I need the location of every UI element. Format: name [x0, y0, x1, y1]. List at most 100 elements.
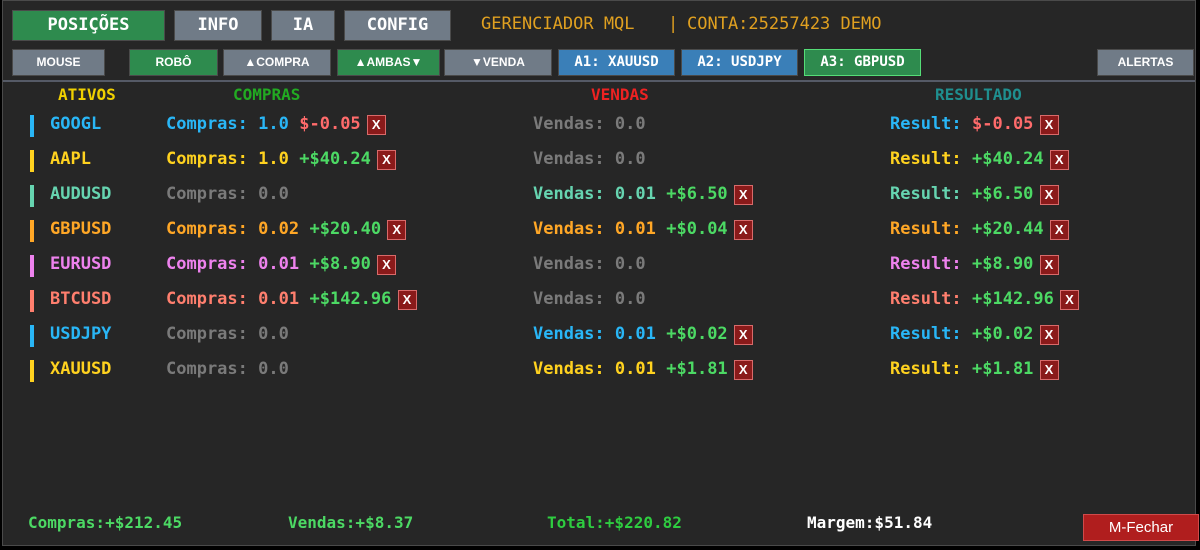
sell-volume: Vendas: 0.0	[533, 289, 646, 309]
close-all-button[interactable]: M-Fechar	[1083, 514, 1199, 541]
buy-button[interactable]: ▲COMPRA	[223, 49, 331, 76]
sell-button[interactable]: ▼VENDA	[444, 49, 552, 76]
position-row: EURUSD Compras: 0.01 +$8.90 X Vendas: 0.0 Res…	[3, 251, 1193, 281]
close-sell-button[interactable]: X	[733, 220, 753, 240]
col-header-result: RESULTADO	[935, 85, 1022, 104]
close-buy-button[interactable]: X	[377, 150, 396, 170]
tab-positions[interactable]: POSIÇÕES	[12, 10, 165, 41]
asset-color-bar	[30, 325, 34, 347]
buy-profit: +$20.40	[309, 219, 382, 239]
asset-a3-button[interactable]: A3: GBPUSD	[804, 49, 921, 76]
close-result-button[interactable]: X	[1049, 150, 1069, 170]
result-label: Result:	[890, 289, 962, 309]
asset-color-bar	[30, 290, 34, 312]
account-info: CONTA:25257423 DEMO	[687, 14, 882, 34]
result-label: Result:	[890, 219, 962, 239]
close-result-button[interactable]: X	[1049, 220, 1069, 240]
asset-color-bar	[30, 185, 34, 207]
result-profit: +$1.81	[972, 359, 1034, 379]
close-result-button[interactable]: X	[1039, 255, 1059, 275]
buy-volume: Compras: 1.0	[166, 149, 289, 169]
result-profit: +$6.50	[972, 184, 1034, 204]
asset-symbol: EURUSD	[50, 254, 112, 274]
asset-color-bar	[30, 115, 34, 137]
asset-a2-button[interactable]: A2: USDJPY	[681, 49, 798, 76]
result-label: Result:	[890, 254, 962, 274]
col-header-sells: VENDAS	[591, 85, 649, 104]
position-row: BTCUSD Compras: 0.01 +$142.96 X Vendas: 0.0 R…	[3, 286, 1193, 316]
alerts-button[interactable]: ALERTAS	[1097, 49, 1194, 76]
mouse-button[interactable]: MOUSE	[12, 49, 105, 76]
result-profit: +$20.44	[972, 219, 1044, 239]
sell-volume: Vendas: 0.0	[533, 114, 646, 134]
result-label: Result:	[890, 359, 962, 379]
buy-profit: +$40.24	[299, 149, 371, 169]
result-label: Result:	[890, 184, 962, 204]
asset-symbol: GBPUSD	[50, 219, 112, 239]
sell-volume: Vendas: 0.0	[533, 149, 646, 169]
position-row: USDJPY Compras: 0.0 Vendas: 0.01 +$0.02 X Res…	[3, 321, 1193, 351]
asset-symbol: XAUUSD	[50, 359, 112, 379]
col-header-assets: ATIVOS	[58, 85, 116, 104]
result-profit: +$0.02	[972, 324, 1034, 344]
asset-symbol: AAPL	[50, 149, 91, 169]
result-label: Result:	[890, 114, 962, 134]
sell-volume: Vendas: 0.01	[533, 359, 656, 379]
buy-volume: Compras: 0.0	[166, 359, 289, 379]
close-result-button[interactable]: X	[1039, 325, 1059, 345]
result-profit: +$142.96	[972, 289, 1054, 309]
position-row: XAUUSD Compras: 0.0 Vendas: 0.01 +$1.81 X Res…	[3, 356, 1193, 386]
sell-profit: +$0.04	[666, 219, 728, 239]
close-buy-button[interactable]: X	[366, 115, 386, 135]
col-header-buys: COMPRAS	[233, 85, 301, 104]
sell-volume: Vendas: 0.01	[533, 184, 656, 204]
asset-a1-button[interactable]: A1: XAUUSD	[558, 49, 675, 76]
footer-total: Total:+$220.82	[547, 513, 682, 532]
buy-profit: +$8.90	[309, 254, 371, 274]
manager-panel: POSIÇÕES INFO IA CONFIG GERENCIADOR MQL …	[2, 0, 1199, 546]
result-label: Result:	[890, 324, 962, 344]
position-row: AAPL Compras: 1.0 +$40.24 X Vendas: 0.0 Resul…	[3, 146, 1193, 176]
buy-profit: +$142.96	[309, 289, 392, 309]
tab-config[interactable]: CONFIG	[344, 10, 451, 41]
tab-ia[interactable]: IA	[271, 10, 335, 41]
position-row: GBPUSD Compras: 0.02 +$20.40 X Vendas: 0.01 +…	[3, 216, 1193, 246]
close-result-button[interactable]: X	[1060, 290, 1079, 310]
buy-profit: $-0.05	[299, 114, 361, 134]
close-buy-button[interactable]: X	[387, 220, 407, 240]
asset-color-bar	[30, 150, 34, 172]
asset-symbol: USDJPY	[50, 324, 112, 344]
header-divider	[3, 80, 1195, 82]
close-result-button[interactable]: X	[1039, 115, 1059, 135]
asset-color-bar	[30, 220, 34, 242]
position-row: GOOGL Compras: 1.0 $-0.05 X Vendas: 0.0 Resul…	[3, 111, 1193, 141]
close-result-button[interactable]: X	[1039, 185, 1059, 205]
close-result-button[interactable]: X	[1039, 360, 1059, 380]
close-sell-button[interactable]: X	[733, 185, 753, 205]
result-profit: +$40.24	[972, 149, 1044, 169]
asset-symbol: BTCUSD	[50, 289, 112, 309]
buy-volume: Compras: 0.0	[166, 324, 289, 344]
buy-volume: Compras: 0.0	[166, 184, 289, 204]
sell-volume: Vendas: 0.01	[533, 219, 656, 239]
tab-info[interactable]: INFO	[174, 10, 262, 41]
position-row: AUDUSD Compras: 0.0 Vendas: 0.01 +$6.50 X Res…	[3, 181, 1193, 211]
sell-volume: Vendas: 0.01	[533, 324, 656, 344]
close-buy-button[interactable]: X	[377, 255, 396, 275]
robot-button[interactable]: ROBÔ	[129, 49, 218, 76]
close-sell-button[interactable]: X	[733, 325, 753, 345]
buy-volume: Compras: 0.01	[166, 289, 300, 309]
asset-symbol: GOOGL	[50, 114, 102, 134]
sell-profit: +$0.02	[666, 324, 728, 344]
result-profit: $-0.05	[972, 114, 1034, 134]
app-title: GERENCIADOR MQL	[481, 14, 635, 34]
footer-margin: Margem:$51.84	[807, 513, 933, 532]
footer-sells-total: Vendas:+$8.37	[288, 513, 414, 532]
sell-volume: Vendas: 0.0	[533, 254, 646, 274]
buy-volume: Compras: 1.0	[166, 114, 289, 134]
both-button[interactable]: ▲AMBAS▼	[337, 49, 440, 76]
close-sell-button[interactable]: X	[733, 360, 753, 380]
header-separator: |	[668, 14, 679, 34]
asset-symbol: AUDUSD	[50, 184, 112, 204]
close-buy-button[interactable]: X	[397, 290, 417, 310]
